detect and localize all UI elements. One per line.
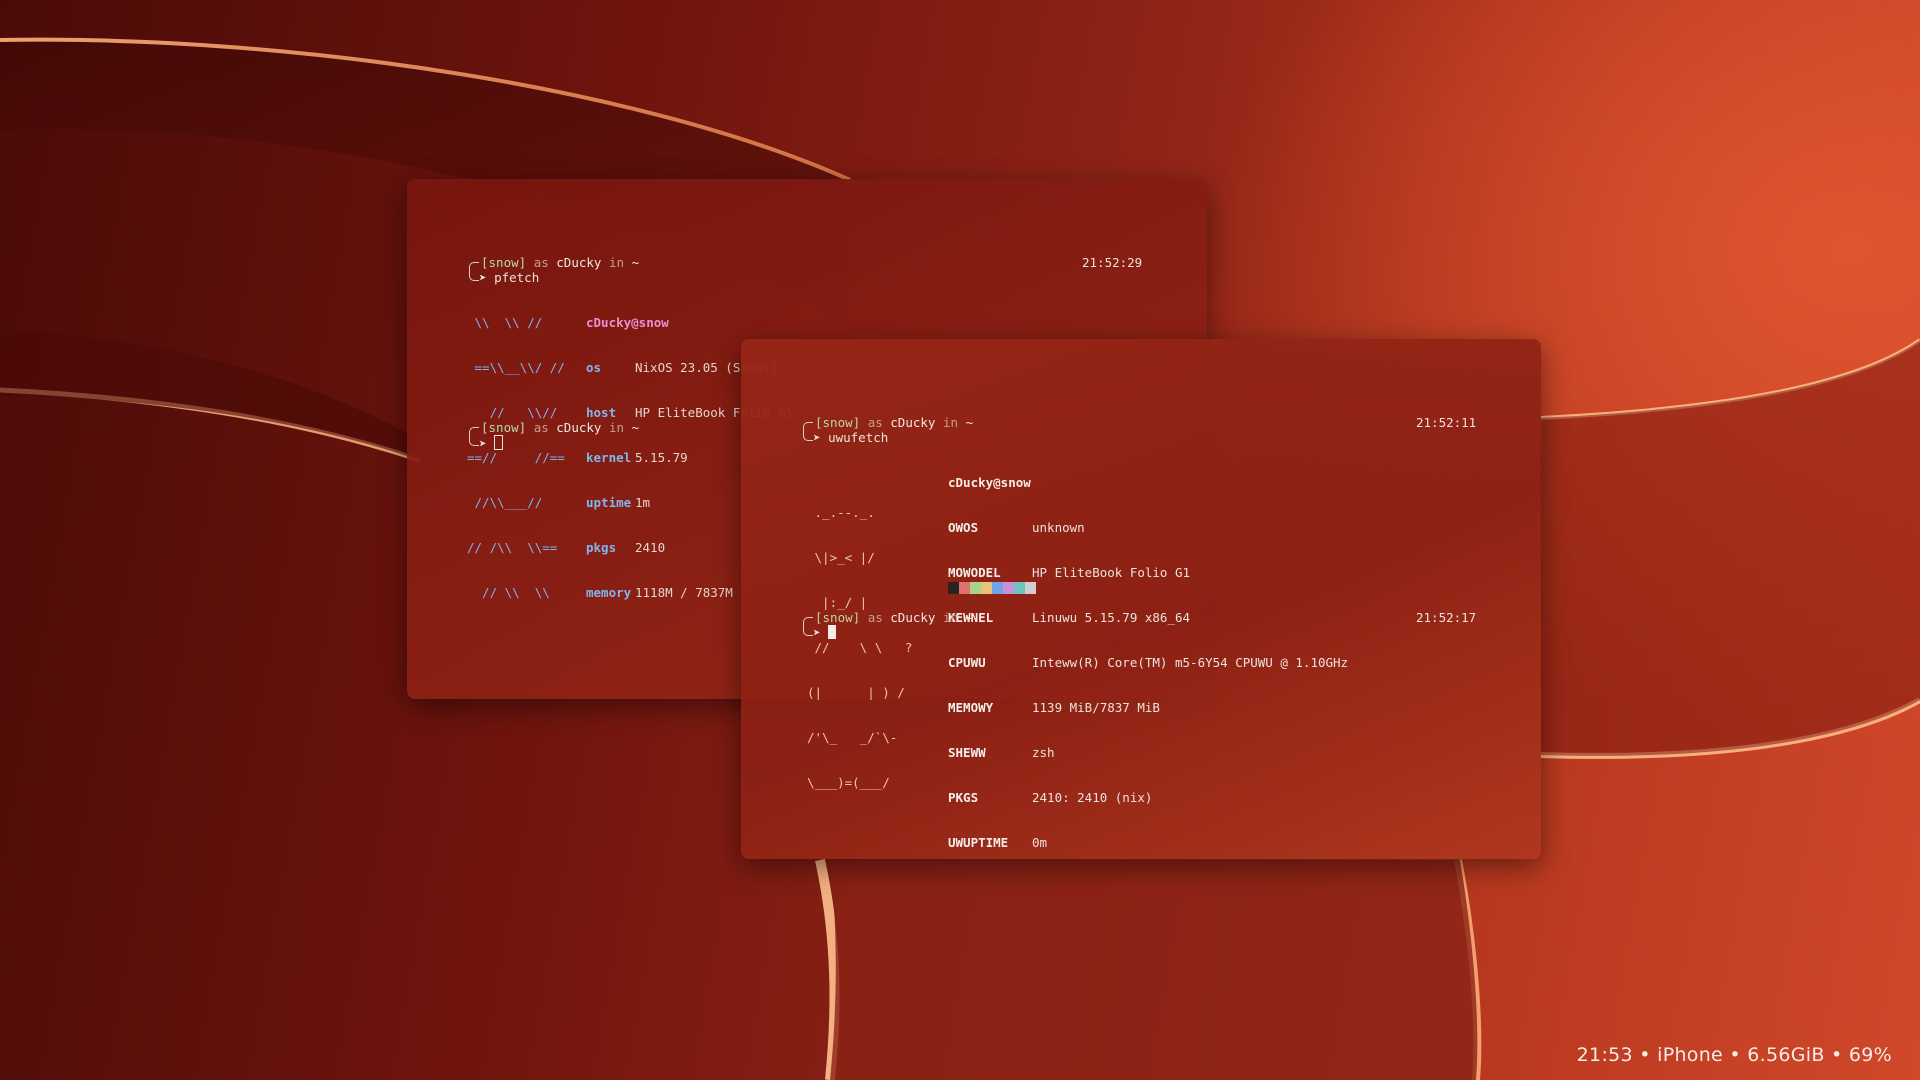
input-line[interactable]: ➤ bbox=[479, 435, 504, 451]
art-line: // \\ \\ bbox=[467, 585, 550, 600]
prompt-line: [snow] as cDucky in ~ bbox=[815, 610, 973, 625]
prompt-user: cDucky bbox=[890, 610, 936, 625]
prompt-timestamp: 21:52:17 bbox=[1416, 610, 1477, 625]
pfetch-title: cDucky@snow bbox=[586, 315, 669, 330]
color-palette bbox=[948, 582, 1036, 594]
prompt-as: as bbox=[533, 420, 549, 435]
art-line: \\ \\ // bbox=[467, 315, 543, 330]
status-bar: 21:53 • iPhone • 6.56GiB • 69% bbox=[1576, 1044, 1892, 1066]
uwu-ascii-logo: ._.--._. \|>_< |/ |:_/ | // \ \ ? (| | )… bbox=[807, 475, 912, 820]
info-key: MOWODEL bbox=[948, 565, 1001, 580]
prompt-user: cDucky bbox=[556, 420, 602, 435]
info-key: uptime bbox=[586, 495, 632, 510]
prompt-corner bbox=[803, 617, 813, 636]
prompt-line: [snow] as cDucky in ~ bbox=[481, 255, 639, 270]
art-line: // \ \ ? bbox=[807, 640, 913, 655]
command-text: pfetch bbox=[494, 270, 540, 285]
nixos-ascii-logo: \\ \\ // ==\\__\\/ // // \\// ==// //== … bbox=[467, 285, 565, 630]
info-key: host bbox=[586, 405, 617, 420]
palette-swatch bbox=[970, 582, 981, 594]
art-line: ==\\__\\/ // bbox=[467, 360, 565, 375]
prompt-user: cDucky bbox=[890, 415, 936, 430]
info-value: unknown bbox=[1032, 520, 1085, 535]
palette-swatch bbox=[1014, 582, 1025, 594]
prompt-line: [snow] as cDucky in ~ bbox=[481, 420, 639, 435]
uwufetch-title: cDucky@snow bbox=[948, 475, 1031, 490]
prompt-user: cDucky bbox=[556, 255, 602, 270]
prompt-corner bbox=[469, 262, 479, 281]
prompt-dir: ~ bbox=[631, 255, 640, 270]
prompt-host: [snow] bbox=[481, 420, 527, 435]
uwufetch-info: cDucky@snow OWOS unknown MOWODEL HP EliteB… bbox=[948, 445, 1348, 859]
art-line: //\\___// bbox=[467, 495, 543, 510]
prompt-arrow-icon: ➤ bbox=[813, 625, 829, 640]
info-value: Linuwu 5.15.79 x86_64 bbox=[1032, 610, 1191, 625]
prompt-host: [snow] bbox=[815, 610, 861, 625]
command-line: ➤ pfetch bbox=[479, 270, 539, 285]
prompt-as: as bbox=[867, 610, 883, 625]
text-cursor bbox=[494, 435, 504, 450]
prompt-corner bbox=[803, 422, 813, 441]
prompt-host: [snow] bbox=[815, 415, 861, 430]
art-line: (| | ) / bbox=[807, 685, 905, 700]
prompt-arrow-icon: ➤ bbox=[479, 270, 495, 285]
palette-swatch bbox=[981, 582, 992, 594]
terminal-window-uwufetch[interactable]: [snow] as cDucky in ~ 21:52:11 ➤ uwufetc… bbox=[741, 339, 1541, 859]
prompt-corner bbox=[469, 427, 479, 446]
info-value: Inteww(R) Core(TM) m5-6Y54 CPUWU @ 1.10G… bbox=[1032, 655, 1349, 670]
command-line: ➤ uwufetch bbox=[813, 430, 888, 445]
prompt-as: as bbox=[867, 415, 883, 430]
prompt-timestamp: 21:52:11 bbox=[1416, 415, 1477, 430]
prompt-as: as bbox=[533, 255, 549, 270]
prompt-in: in bbox=[608, 255, 625, 270]
prompt-timestamp: 21:52:29 bbox=[1082, 255, 1143, 270]
prompt-host: [snow] bbox=[481, 255, 527, 270]
info-key: CPUWU bbox=[948, 655, 986, 670]
art-line: \___)=(___/ bbox=[807, 775, 890, 790]
command-text: uwufetch bbox=[828, 430, 889, 445]
art-line: /'\_ _/`\- bbox=[807, 730, 898, 745]
palette-swatch bbox=[1003, 582, 1014, 594]
art-line: ._.--._. bbox=[807, 505, 875, 520]
info-value: 1m bbox=[635, 495, 651, 510]
prompt-dir: ~ bbox=[965, 610, 974, 625]
prompt-in: in bbox=[942, 415, 959, 430]
info-value: 1118M / 7837M bbox=[635, 585, 733, 600]
info-key: memory bbox=[586, 585, 632, 600]
info-value: 5.15.79 bbox=[635, 450, 688, 465]
input-line[interactable]: ➤ bbox=[813, 625, 837, 640]
info-value: 2410: 2410 (nix) bbox=[1032, 790, 1153, 805]
info-key: os bbox=[586, 360, 602, 375]
art-line: // \\// bbox=[467, 405, 558, 420]
art-line: ==// //== bbox=[467, 450, 565, 465]
art-line: // /\\ \\== bbox=[467, 540, 558, 555]
info-key: MEMOWY bbox=[948, 700, 994, 715]
info-value: 2410 bbox=[635, 540, 666, 555]
prompt-arrow-icon: ➤ bbox=[813, 430, 829, 445]
palette-swatch bbox=[959, 582, 970, 594]
art-line: \|>_< |/ bbox=[807, 550, 875, 565]
info-key: SHEWW bbox=[948, 745, 986, 760]
info-key: PKGS bbox=[948, 790, 979, 805]
info-value: 1139 MiB/7837 MiB bbox=[1032, 700, 1160, 715]
prompt-dir: ~ bbox=[965, 415, 974, 430]
info-value: HP EliteBook Folio G1 bbox=[1032, 565, 1191, 580]
prompt-in: in bbox=[608, 420, 625, 435]
info-value: zsh bbox=[1032, 745, 1055, 760]
art-line: |:_/ | bbox=[807, 595, 868, 610]
prompt-in: in bbox=[942, 610, 959, 625]
prompt-arrow-icon: ➤ bbox=[479, 436, 495, 451]
info-value: 0m bbox=[1032, 835, 1048, 850]
palette-swatch bbox=[992, 582, 1003, 594]
prompt-dir: ~ bbox=[631, 420, 640, 435]
text-cursor bbox=[828, 625, 837, 639]
prompt-line: [snow] as cDucky in ~ bbox=[815, 415, 973, 430]
info-key: kernel bbox=[586, 450, 632, 465]
info-key: OWOS bbox=[948, 520, 979, 535]
palette-swatch bbox=[1025, 582, 1036, 594]
palette-swatch bbox=[948, 582, 959, 594]
info-key: pkgs bbox=[586, 540, 617, 555]
info-key: UWUPTIME bbox=[948, 835, 1009, 850]
